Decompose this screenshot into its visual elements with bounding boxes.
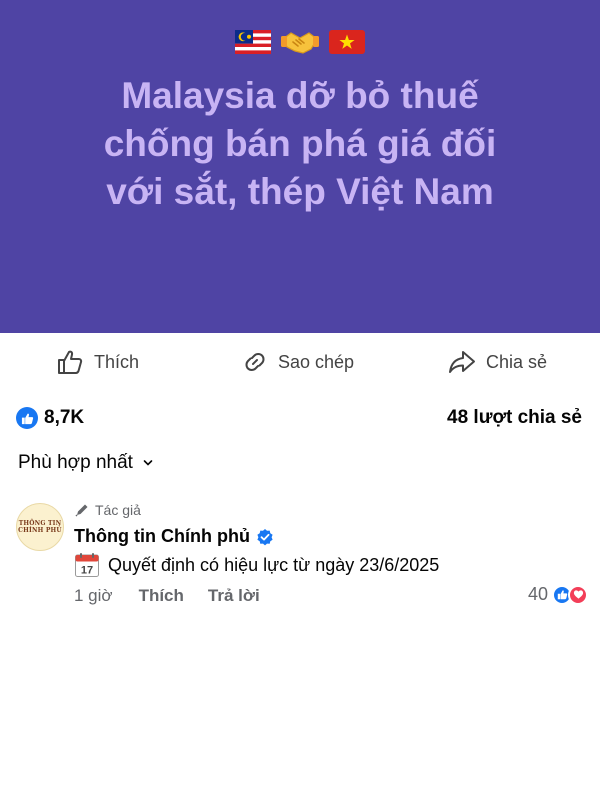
avatar[interactable]: THÔNG TIN CHÍNH PHỦ	[16, 503, 64, 551]
comment-reply-button[interactable]: Trả lời	[208, 586, 260, 606]
thumbs-up-icon	[58, 350, 83, 374]
author-tag: Tác giả	[74, 502, 141, 518]
avatar-text: CHÍNH PHỦ	[18, 527, 62, 534]
comment-text: Quyết định có hiệu lực từ ngày 23/6/2025	[108, 554, 440, 575]
link-icon	[245, 353, 265, 371]
avatar-text: THÔNG TIN	[18, 520, 62, 527]
heart-reaction-icon	[568, 584, 588, 605]
author-tag-label: Tác giả	[95, 502, 141, 518]
like-button-label: Thích	[94, 351, 140, 372]
comment-sort-label: Phù hợp nhất	[18, 452, 133, 473]
reaction-badges	[552, 584, 588, 605]
reaction-summary[interactable]: 8,7K	[16, 407, 84, 429]
post-banner: Malaysia dỡ bỏ thuế chống bán phá giá đố…	[0, 0, 600, 333]
verified-badge-icon	[257, 528, 273, 545]
like-button[interactable]: Thích	[56, 347, 139, 377]
post-headline: Malaysia dỡ bỏ thuế chống bán phá giá đố…	[0, 72, 600, 216]
comment-author-name: Thông tin Chính phủ	[74, 526, 250, 546]
pen-icon	[75, 504, 88, 517]
headline-line: chống bán phá giá đối	[103, 123, 497, 164]
comment-author[interactable]: Thông tin Chính phủ	[74, 526, 274, 547]
copy-button-label: Sao chép	[278, 351, 355, 372]
reaction-count: 8,7K	[44, 407, 85, 428]
comment: THÔNG TIN CHÍNH PHỦ Tác giả Thông tin Ch…	[16, 500, 590, 620]
comment-timestamp[interactable]: 1 giờ	[74, 586, 113, 606]
malaysia-flag-icon	[235, 30, 271, 54]
calendar-icon: 17	[75, 553, 99, 577]
comment-meta: 1 giờ Thích Trả lời	[74, 586, 284, 606]
vietnam-flag-icon	[329, 30, 365, 54]
emoji-row	[0, 27, 600, 57]
copy-button[interactable]: Sao chép	[242, 347, 354, 377]
comment-body: 17 Quyết định có hiệu lực từ ngày 23/6/2…	[74, 552, 439, 578]
post-stats: 8,7K 48 lượt chia sẻ	[16, 402, 582, 434]
chevron-down-icon	[143, 460, 153, 466]
comment-reaction-count: 40	[527, 584, 548, 604]
comment-reactions[interactable]: 40	[528, 584, 588, 605]
comment-sort-dropdown[interactable]: Phù hợp nhất	[18, 452, 153, 474]
calendar-day: 17	[81, 565, 93, 577]
handshake-icon	[281, 32, 319, 54]
comment-like-button[interactable]: Thích	[139, 586, 184, 606]
share-count[interactable]: 48 lượt chia sẻ	[447, 407, 582, 429]
post-action-bar: Thích Sao chép Chia sẻ	[0, 333, 600, 391]
share-button-label: Chia sẻ	[486, 351, 548, 372]
share-button[interactable]: Chia sẻ	[448, 347, 547, 377]
like-reaction-icon	[16, 407, 38, 429]
share-arrow-icon	[449, 351, 475, 373]
headline-line: với sắt, thép Việt Nam	[106, 171, 494, 212]
headline-line: Malaysia dỡ bỏ thuế	[121, 75, 479, 116]
